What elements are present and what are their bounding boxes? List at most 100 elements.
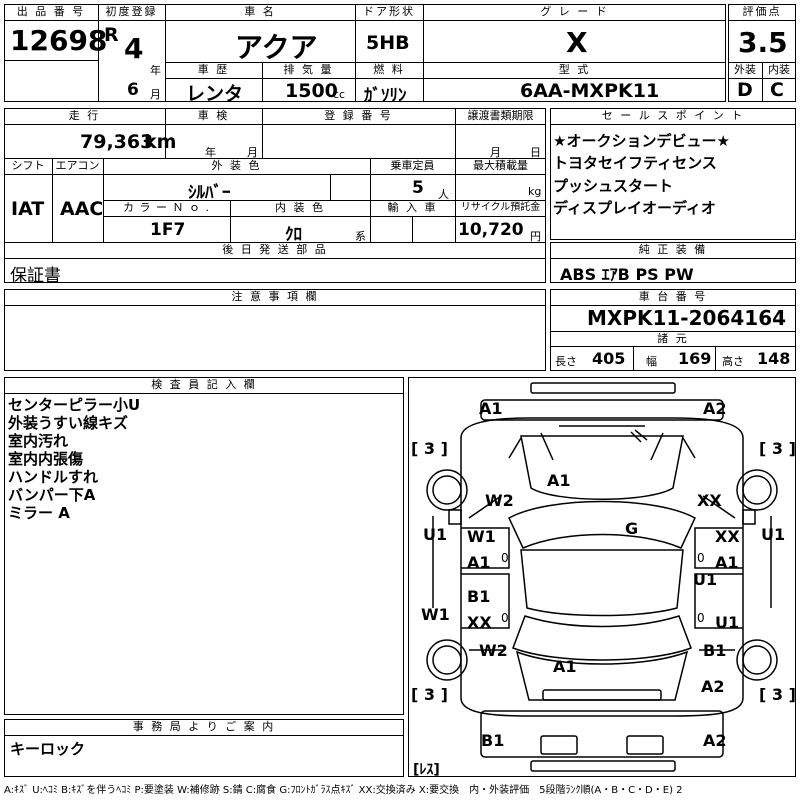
lot-number: 12698: [10, 24, 108, 57]
car-damage-diagram: A1 A2 [ 3 ] [ 3 ] A1 W2 XX G U1 U1 W1 XX…: [408, 377, 796, 777]
mileage: 79,363: [80, 131, 154, 153]
auction-sheet: 出 品 番 号 12698 初度登録 R 4 年 6 月 車 名 アクア ドア形…: [0, 0, 800, 800]
length-label: 長さ: [555, 355, 577, 368]
mark-door-rear-left-top: B1: [467, 587, 490, 606]
sales-point: ★オークションデビュー★: [553, 132, 730, 150]
interior-color: ｸﾛ: [285, 225, 302, 245]
exterior-color: ｼﾙﾊﾞｰ: [188, 183, 231, 203]
mark-door-rear-right: U1: [715, 613, 739, 632]
mileage-unit: km: [144, 131, 177, 153]
month-unit: 月: [150, 88, 161, 101]
interior-color-unit: 系: [355, 230, 366, 243]
mark-rocker-left-bottom: W1: [421, 605, 450, 624]
mark-tire-front-left: [ 3 ]: [411, 439, 448, 458]
mark-left-pillar: 0: [501, 551, 509, 565]
lot-number-label: 出 品 番 号: [16, 5, 86, 18]
mark-quarter-rear-right: B1: [703, 641, 726, 660]
mark-door-rear-left-bottom: XX: [467, 613, 492, 632]
interior-color-label: 内 装 色: [275, 201, 325, 214]
max-load-label: 最大積載量: [473, 159, 528, 172]
transfer-deadline-label: 譲渡書類期限: [467, 109, 534, 122]
car-name: アクア: [235, 31, 318, 64]
office-notes-label: 事 務 局 よ り ご 案 内: [132, 720, 276, 733]
history: レンタ: [186, 83, 244, 105]
mark-rocker-left-top: U1: [423, 525, 447, 544]
recycle-fee: 10,720: [458, 220, 524, 240]
exterior-grade-label: 外装: [734, 63, 756, 76]
mark-hood: A1: [547, 471, 571, 490]
door-type: 5HB: [366, 32, 410, 54]
fuel-label: 燃 料: [373, 63, 405, 76]
mark-front-bumper-right: A2: [703, 399, 727, 418]
mark-door-front-left-top: W1: [467, 527, 496, 546]
displacement-unit: cc: [333, 88, 346, 101]
mark-tire-rear-left: [ 3 ]: [411, 685, 448, 704]
mark-fender-front-right: XX: [697, 491, 722, 510]
mark-door-front-right-mid: U1: [693, 570, 717, 589]
chassis-number: MXPK11-2064164: [587, 306, 787, 330]
color-number-label: カ ラ ー Ｎ ｏ .: [123, 201, 210, 214]
width: 169: [678, 349, 712, 368]
capacity: 5: [412, 178, 424, 198]
fuel: ｶﾞｿﾘﾝ: [364, 86, 407, 106]
registration-month: 6: [127, 80, 139, 100]
mark-rear-bumper-right: A2: [703, 731, 727, 750]
transfer-month-unit: 月: [490, 146, 501, 159]
inspector-notes-label: 検 査 員 記 入 欄: [151, 378, 257, 391]
displacement-label: 排 気 量: [283, 63, 334, 76]
shaken-label: 車 検: [197, 109, 230, 122]
mark-quarter-rear-left: W2: [479, 641, 508, 660]
inspector-note: ミラー A: [8, 504, 70, 522]
first-registration-label: 初度登録: [105, 5, 158, 18]
width-label: 幅: [646, 355, 657, 368]
options-label: 純 正 装 備: [638, 243, 708, 256]
max-load-unit: kg: [528, 185, 542, 198]
mark-door-front-left-bottom: A1: [467, 553, 491, 572]
sales-points-section: [550, 108, 796, 240]
interior-grade: C: [770, 79, 784, 101]
mark-rocker-right-top: U1: [761, 525, 785, 544]
mark-roof: G: [625, 519, 638, 538]
recycle-unit: 円: [530, 230, 541, 243]
mark-right-lower: 0: [697, 611, 705, 625]
mark-rear-right-corner: A2: [701, 677, 725, 696]
transfer-day-unit: 日: [530, 146, 541, 159]
height-label: 高さ: [722, 355, 744, 368]
mark-door-front-right-bottom: A1: [715, 553, 739, 572]
score: 3.5: [738, 26, 788, 59]
sales-point: プッシュスタート: [553, 177, 674, 195]
color-number: 1F7: [150, 220, 186, 240]
shaken-year-unit: 年: [205, 146, 216, 159]
chassis-label: 車 台 番 号: [638, 290, 708, 303]
model: 6AA-MXPK11: [520, 80, 660, 102]
score-label: 評価点: [742, 5, 782, 18]
mark-front-bumper-left: A1: [479, 399, 503, 418]
exterior-color-label: 外 装 色: [211, 159, 262, 172]
model-label: 型 式: [558, 63, 591, 76]
mark-rear-bumper-left: B1: [481, 731, 504, 750]
mark-spare-tire: [ﾚｽ]: [413, 762, 440, 776]
damage-code-legend: A:ｷｽﾞ U:ﾍｺﾐ B:ｷｽﾞを伴うﾍｺﾐ P:要塗装 W:補修跡 S:錆 …: [4, 785, 683, 796]
history-label: 車 歴: [197, 63, 230, 76]
shaken-month-unit: 月: [247, 146, 258, 159]
height: 148: [757, 349, 791, 368]
mark-door-front-right-top: XX: [715, 527, 740, 546]
mark-fender-front-left: W2: [485, 491, 514, 510]
mark-trunk: A1: [553, 657, 577, 676]
mark-tire-front-right: [ 3 ]: [759, 439, 795, 458]
era-letter: R: [104, 24, 119, 46]
aircon: AAC: [60, 198, 104, 220]
damage-marks: A1 A2 [ 3 ] [ 3 ] A1 W2 XX G U1 U1 W1 XX…: [411, 399, 795, 776]
caution-label: 注 意 事 項 欄: [231, 290, 319, 303]
registration-year: 4: [124, 32, 144, 65]
mark-right-pillar: 0: [697, 551, 705, 565]
later-parts-label: 後 日 発 送 部 品: [222, 243, 328, 256]
registration-number-label: 登 録 番 号: [324, 109, 393, 122]
capacity-label: 乗車定員: [390, 159, 435, 172]
car-name-label: 車 名: [244, 5, 276, 18]
sales-point: トヨタセイフティセンス: [553, 154, 717, 172]
shift: IAT: [11, 198, 45, 220]
year-unit: 年: [150, 64, 161, 77]
mark-tire-rear-right: [ 3 ]: [759, 685, 795, 704]
length: 405: [592, 349, 626, 368]
